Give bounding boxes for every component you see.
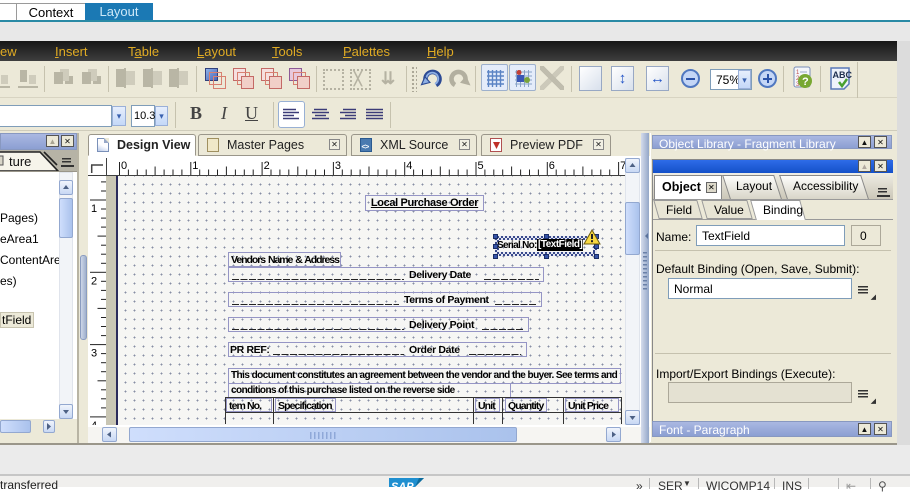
svg-text:0: 0	[121, 160, 127, 172]
svg-text:5: 5	[478, 160, 484, 172]
svg-text:1: 1	[91, 203, 97, 215]
svg-text:ture: ture	[9, 154, 31, 169]
svg-text:4: 4	[91, 420, 97, 425]
svg-text:2: 2	[91, 275, 97, 287]
svg-text:3: 3	[91, 348, 97, 360]
svg-text:ABC: ABC	[833, 70, 853, 80]
svg-text:6: 6	[549, 160, 555, 172]
svg-text:4: 4	[406, 160, 412, 172]
svg-text:SAP: SAP	[391, 481, 414, 487]
svg-text:1: 1	[192, 160, 198, 172]
svg-text:3: 3	[335, 160, 341, 172]
svg-text:2: 2	[264, 160, 270, 172]
svg-text:?: ?	[802, 76, 809, 88]
